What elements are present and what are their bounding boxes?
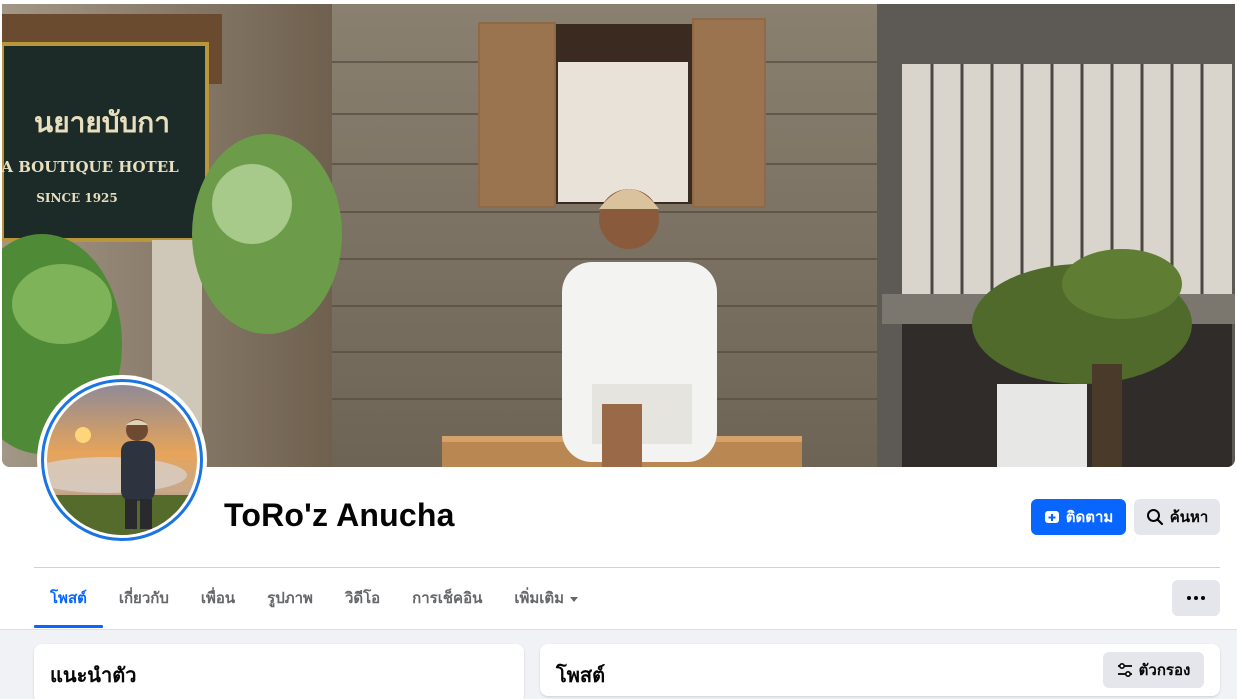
sign-thai-text: นยายบับกา xyxy=(34,106,170,139)
sign-since-text: SINCE 1925 xyxy=(36,191,118,205)
intro-title: แนะนำตัว xyxy=(50,665,137,687)
add-friend-icon xyxy=(1044,509,1060,525)
caret-down-icon xyxy=(570,596,579,602)
tab-more[interactable]: เพิ่มเติม xyxy=(498,568,594,628)
tab-label: โพสต์ xyxy=(50,590,87,607)
follow-button-label: ติดตาม xyxy=(1065,509,1114,526)
avatar-image xyxy=(47,385,197,535)
tab-videos[interactable]: วิดีโอ xyxy=(329,568,396,628)
tab-checkins[interactable]: การเช็คอิน xyxy=(396,568,498,628)
more-options-button[interactable] xyxy=(1172,580,1220,616)
search-button-label: ค้นหา xyxy=(1169,509,1209,526)
story-ring xyxy=(41,379,203,541)
tab-about[interactable]: เกี่ยวกับ xyxy=(103,568,185,628)
tab-label: เกี่ยวกับ xyxy=(118,590,169,607)
cover-photo-image: นยายบับกา A BOUTIQUE HOTEL SINCE 1925 xyxy=(2,4,1235,467)
follow-button[interactable]: ติดตาม xyxy=(1031,499,1126,535)
intro-card: แนะนำตัว xyxy=(34,644,524,699)
filter-button-label: ตัวกรอง xyxy=(1138,662,1191,679)
tab-posts[interactable]: โพสต์ xyxy=(34,568,103,628)
sign-hotel-text: A BOUTIQUE HOTEL xyxy=(2,158,179,176)
profile-name: ToRo'z Anucha xyxy=(224,497,455,533)
tab-friends[interactable]: เพื่อน xyxy=(185,568,251,628)
posts-title: โพสต์ xyxy=(556,665,606,687)
tab-photos[interactable]: รูปภาพ xyxy=(251,568,329,628)
profile-tabs: โพสต์ เกี่ยวกับ เพื่อน รูปภาพ วิดีโอ การ… xyxy=(34,568,594,628)
search-icon xyxy=(1146,508,1164,526)
filter-sliders-icon xyxy=(1117,662,1133,678)
profile-avatar[interactable] xyxy=(37,375,207,545)
cover-photo[interactable]: นยายบับกา A BOUTIQUE HOTEL SINCE 1925 xyxy=(2,4,1235,467)
tab-label: เพิ่มเติม xyxy=(514,590,565,607)
search-button[interactable]: ค้นหา xyxy=(1134,499,1220,535)
posts-card: โพสต์ ตัวกรอง xyxy=(540,644,1220,696)
tab-label: เพื่อน xyxy=(200,590,236,607)
tab-label: วิดีโอ xyxy=(344,590,381,607)
tab-label: การเช็คอิน xyxy=(412,590,483,607)
ellipsis-icon xyxy=(1187,596,1205,600)
tab-label: รูปภาพ xyxy=(267,590,313,607)
filter-button[interactable]: ตัวกรอง xyxy=(1103,652,1204,688)
